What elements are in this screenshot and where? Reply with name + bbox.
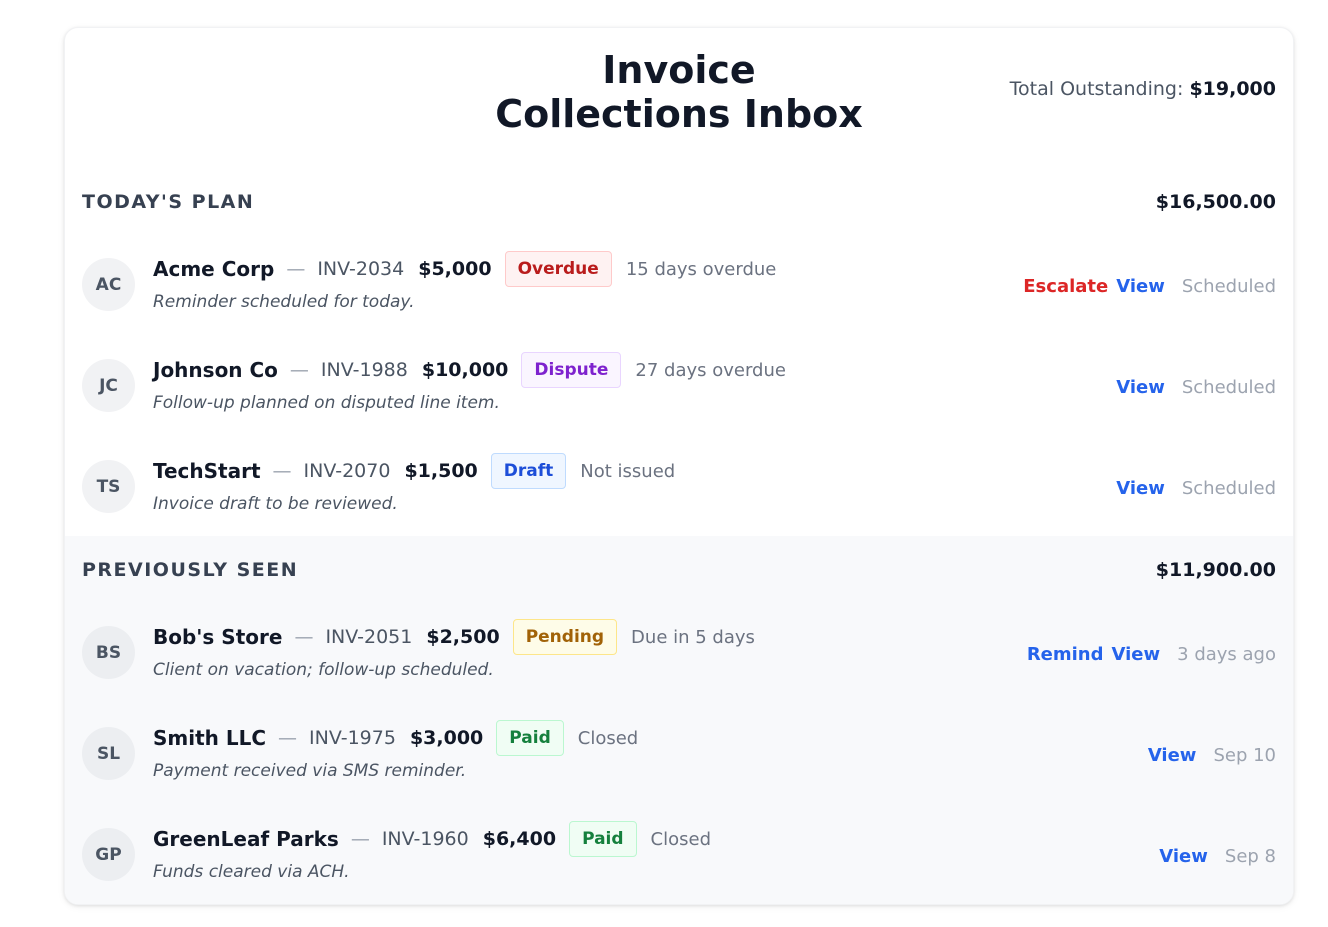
row-actions: View Sep 8 xyxy=(1151,806,1276,904)
schedule-status: Scheduled xyxy=(1181,478,1276,499)
invoice-amount: $5,000 xyxy=(418,258,492,280)
invoice-summary: Acme Corp — INV-2034 $5,000 Overdue 15 d… xyxy=(153,251,776,287)
client-name: GreenLeaf Parks xyxy=(153,827,339,851)
client-name: Acme Corp xyxy=(153,257,275,281)
invoice-row-greenleaf-parks[interactable]: GP GreenLeaf Parks — INV-1960 $6,400 Pai… xyxy=(65,806,1293,904)
invoice-number: INV-1988 xyxy=(320,359,408,381)
invoice-row-techstart[interactable]: TS TechStart — INV-2070 $1,500 Draft Not… xyxy=(65,438,1293,539)
last-seen-time: Sep 8 xyxy=(1224,846,1276,867)
section-header: TODAY'S PLAN $16,500.00 xyxy=(65,168,1293,236)
status-text: Not issued xyxy=(580,460,676,482)
invoice-summary: TechStart — INV-2070 $1,500 Draft Not is… xyxy=(153,453,675,489)
escalate-button[interactable]: Escalate xyxy=(1023,276,1108,297)
section-title: PREVIOUSLY SEEN xyxy=(82,559,299,581)
row-actions: View Scheduled xyxy=(1108,438,1276,539)
section-todays-plan: TODAY'S PLAN $16,500.00 AC Acme Corp — I… xyxy=(65,168,1293,536)
invoice-note: Funds cleared via ACH. xyxy=(153,862,350,882)
avatar: SL xyxy=(82,727,135,780)
status-text: 27 days overdue xyxy=(635,359,786,381)
status-badge: Overdue xyxy=(504,251,612,287)
status-text: Due in 5 days xyxy=(631,626,755,648)
client-name: TechStart xyxy=(153,459,261,483)
invoice-summary: Smith LLC — INV-1975 $3,000 Paid Closed xyxy=(153,720,638,756)
invoice-note: Payment received via SMS reminder. xyxy=(153,761,467,781)
avatar: JC xyxy=(82,359,135,412)
section-previously-seen: PREVIOUSLY SEEN $11,900.00 BS Bob's Stor… xyxy=(65,536,1293,904)
client-name: Johnson Co xyxy=(153,358,278,382)
invoice-number: INV-2070 xyxy=(303,460,391,482)
invoice-number: INV-2034 xyxy=(317,258,405,280)
invoice-summary: Johnson Co — INV-1988 $10,000 Dispute 27… xyxy=(153,352,786,388)
row-actions: View Sep 10 xyxy=(1140,705,1276,806)
page-header: Invoice Collections Inbox Total Outstand… xyxy=(65,28,1293,168)
status-badge: Paid xyxy=(496,720,564,756)
view-button[interactable]: View xyxy=(1116,478,1165,499)
schedule-status: Scheduled xyxy=(1181,276,1276,297)
separator-dash: — xyxy=(294,626,314,648)
view-button[interactable]: View xyxy=(1148,745,1197,766)
row-actions: Remind View 3 days ago xyxy=(1019,604,1276,705)
remind-button[interactable]: Remind xyxy=(1027,644,1104,665)
avatar: BS xyxy=(82,626,135,679)
separator-dash: — xyxy=(278,727,298,749)
invoice-summary: GreenLeaf Parks — INV-1960 $6,400 Paid C… xyxy=(153,821,711,857)
invoice-note: Client on vacation; follow-up scheduled. xyxy=(153,660,494,680)
avatar: TS xyxy=(82,460,135,513)
last-seen-time: Sep 10 xyxy=(1213,745,1276,766)
invoice-amount: $3,000 xyxy=(409,727,484,749)
status-text: Closed xyxy=(650,828,712,850)
section-title: TODAY'S PLAN xyxy=(82,191,255,213)
view-button[interactable]: View xyxy=(1112,644,1161,665)
invoice-row-johnson-co[interactable]: JC Johnson Co — INV-1988 $10,000 Dispute… xyxy=(65,337,1293,438)
view-button[interactable]: View xyxy=(1116,276,1165,297)
section-header: PREVIOUSLY SEEN $11,900.00 xyxy=(65,536,1293,604)
invoice-note: Invoice draft to be reviewed. xyxy=(153,494,398,514)
invoice-note: Reminder scheduled for today. xyxy=(153,292,415,312)
status-text: Closed xyxy=(577,727,639,749)
client-name: Smith LLC xyxy=(153,726,267,750)
invoice-summary: Bob's Store — INV-2051 $2,500 Pending Du… xyxy=(153,619,755,655)
row-actions: Escalate View Scheduled xyxy=(1015,236,1276,337)
separator-dash: — xyxy=(286,258,306,280)
schedule-status: Scheduled xyxy=(1181,377,1276,398)
invoice-amount: $1,500 xyxy=(404,460,478,482)
invoice-row-smith-llc[interactable]: SL Smith LLC — INV-1975 $3,000 Paid Clos… xyxy=(65,705,1293,806)
total-outstanding-label: Total Outstanding: xyxy=(1009,78,1184,100)
invoice-number: INV-2051 xyxy=(325,626,413,648)
invoice-row-acme-corp[interactable]: AC Acme Corp — INV-2034 $5,000 Overdue 1… xyxy=(65,236,1293,337)
invoice-number: INV-1960 xyxy=(381,828,469,850)
invoice-amount: $2,500 xyxy=(426,626,500,648)
total-outstanding: Total Outstanding: $19,000 xyxy=(1010,78,1276,100)
last-seen-time: 3 days ago xyxy=(1177,644,1276,665)
avatar: GP xyxy=(82,828,135,881)
section-sum: $16,500.00 xyxy=(1155,191,1276,213)
status-badge: Paid xyxy=(569,821,637,857)
view-button[interactable]: View xyxy=(1159,846,1208,867)
avatar: AC xyxy=(82,258,135,311)
status-text: 15 days overdue xyxy=(625,258,777,280)
view-button[interactable]: View xyxy=(1116,377,1165,398)
invoice-number: INV-1975 xyxy=(309,727,396,749)
section-sum: $11,900.00 xyxy=(1155,559,1276,581)
total-outstanding-value: $19,000 xyxy=(1189,78,1276,100)
separator-dash: — xyxy=(289,359,309,381)
invoice-note: Follow-up planned on disputed line item. xyxy=(153,393,500,413)
status-badge: Pending xyxy=(512,619,618,655)
separator-dash: — xyxy=(350,828,370,850)
invoice-amount: $10,000 xyxy=(421,359,509,381)
row-actions: View Scheduled xyxy=(1108,337,1276,438)
client-name: Bob's Store xyxy=(153,625,283,649)
separator-dash: — xyxy=(272,460,292,482)
collections-card: Invoice Collections Inbox Total Outstand… xyxy=(64,27,1294,905)
status-badge: Dispute xyxy=(521,352,622,388)
invoice-row-bobs-store[interactable]: BS Bob's Store — INV-2051 $2,500 Pending… xyxy=(65,604,1293,705)
invoice-amount: $6,400 xyxy=(482,828,557,850)
status-badge: Draft xyxy=(490,453,567,489)
